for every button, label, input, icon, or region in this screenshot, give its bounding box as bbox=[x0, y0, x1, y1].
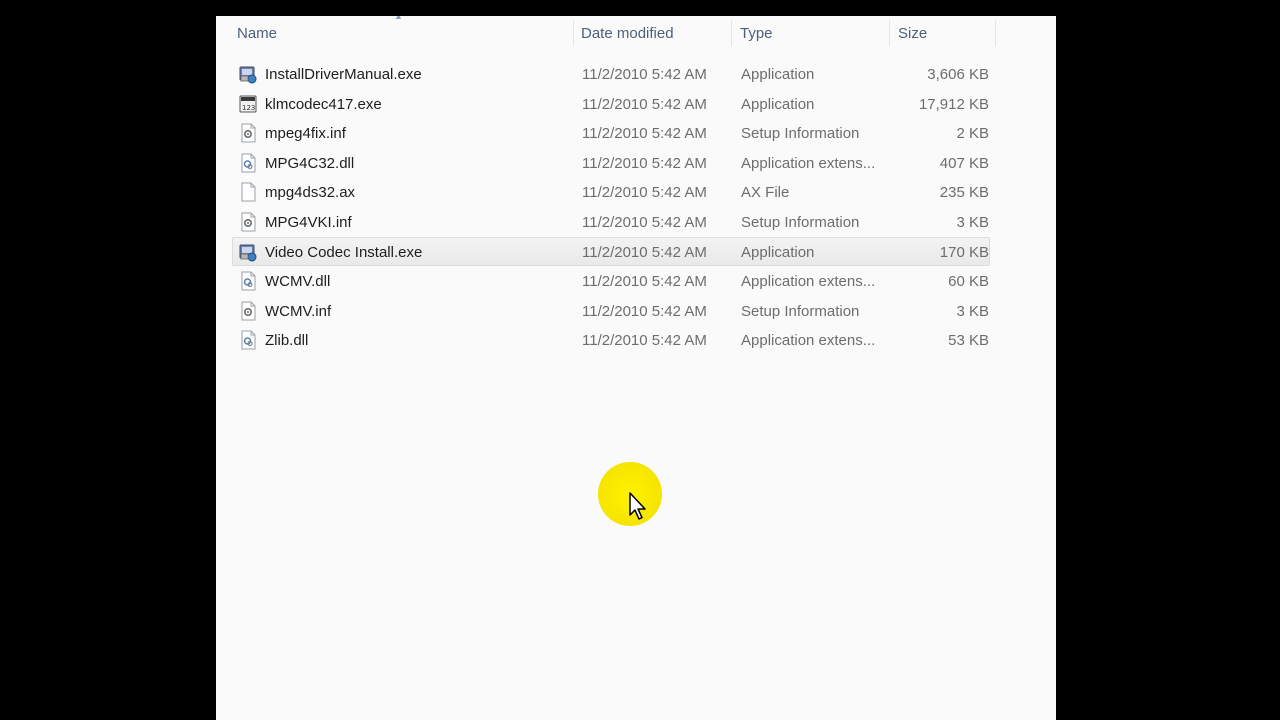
column-header-size[interactable]: Size bbox=[898, 25, 927, 42]
file-name: mpeg4fix.inf bbox=[265, 125, 346, 143]
installer-exe-icon bbox=[239, 64, 257, 84]
setup-inf-icon bbox=[239, 123, 257, 143]
file-name: MPG4C32.dll bbox=[265, 154, 355, 172]
file-size: 17,912 KB bbox=[918, 95, 989, 113]
file-date-modified: 11/2/2010 5:42 AM bbox=[582, 332, 707, 350]
file-size: 407 KB bbox=[939, 154, 989, 172]
file-date-modified: 11/2/2010 5:42 AM bbox=[582, 66, 707, 83]
file-name: Video Codec Install.exe bbox=[265, 243, 423, 261]
file-name: InstallDriverManual.exe bbox=[265, 66, 422, 83]
column-header-type[interactable]: Type bbox=[740, 25, 773, 42]
file-name: Zlib.dll bbox=[265, 332, 309, 350]
file-type: Application bbox=[741, 95, 815, 113]
file-date-modified: 11/2/2010 5:42 AM bbox=[582, 302, 707, 320]
file-type: Application extens... bbox=[741, 154, 876, 172]
file-type: Setup Information bbox=[741, 302, 860, 320]
file-size: 60 KB bbox=[948, 273, 989, 291]
file-row[interactable]: WCMV.inf 11/2/2010 5:42 AM Setup Informati… bbox=[232, 296, 990, 325]
file-row[interactable]: Video Codec Install.exe 11/2/2010 5:42 AM… bbox=[232, 236, 990, 266]
setup-inf-icon bbox=[239, 301, 257, 321]
file-size: 170 KB bbox=[939, 243, 989, 261]
explorer-file-list-window: ▲ Name Date modified Type Size InstallDr… bbox=[216, 16, 1056, 720]
file-size: 235 KB bbox=[939, 184, 989, 202]
file-row[interactable]: Zlib.dll 11/2/2010 5:42 AM Application ext… bbox=[232, 325, 990, 354]
file-name: klmcodec417.exe bbox=[265, 95, 382, 113]
dll-file-icon bbox=[239, 271, 257, 291]
file-size: 3 KB bbox=[956, 302, 989, 320]
blank-file-icon bbox=[239, 182, 257, 202]
file-row[interactable]: WCMV.dll 11/2/2010 5:42 AM Application ext… bbox=[232, 266, 990, 295]
codec-exe-icon: 123 bbox=[239, 94, 257, 114]
file-type: AX File bbox=[741, 184, 790, 202]
file-type: Application extens... bbox=[741, 273, 876, 291]
column-divider[interactable] bbox=[889, 20, 890, 46]
svg-text:123: 123 bbox=[242, 104, 255, 112]
file-date-modified: 11/2/2010 5:42 AM bbox=[582, 95, 707, 113]
dll-file-icon bbox=[239, 153, 257, 173]
file-row[interactable]: MPG4VKI.inf 11/2/2010 5:42 AM Setup Inform… bbox=[232, 207, 990, 236]
file-date-modified: 11/2/2010 5:42 AM bbox=[582, 125, 707, 143]
column-header-bar: ▲ Name Date modified Type Size bbox=[216, 16, 1056, 50]
dll-file-icon bbox=[239, 330, 257, 350]
file-name: mpg4ds32.ax bbox=[265, 184, 356, 202]
file-type: Setup Information bbox=[741, 214, 860, 231]
setup-inf-icon bbox=[239, 212, 257, 232]
file-date-modified: 11/2/2010 5:42 AM bbox=[582, 154, 707, 172]
column-header-name[interactable]: Name bbox=[237, 25, 277, 42]
file-size: 3,606 KB bbox=[927, 66, 989, 83]
file-size: 2 KB bbox=[956, 125, 989, 143]
column-divider[interactable] bbox=[995, 20, 996, 46]
file-name: WCMV.inf bbox=[265, 302, 332, 320]
file-type: Setup Information bbox=[741, 125, 860, 143]
file-row[interactable]: InstallDriverManual.exe 11/2/2010 5:42 AM… bbox=[232, 59, 990, 88]
file-type: Application extens... bbox=[741, 332, 876, 350]
column-divider[interactable] bbox=[573, 20, 574, 46]
file-type: Application bbox=[741, 66, 815, 83]
file-date-modified: 11/2/2010 5:42 AM bbox=[582, 273, 707, 291]
file-date-modified: 11/2/2010 5:42 AM bbox=[582, 184, 707, 202]
file-name: MPG4VKI.inf bbox=[265, 214, 352, 231]
sort-arrow-icon: ▲ bbox=[394, 16, 403, 21]
installer-exe-icon bbox=[239, 242, 257, 262]
file-date-modified: 11/2/2010 5:42 AM bbox=[582, 243, 707, 261]
column-header-date-modified[interactable]: Date modified bbox=[581, 25, 674, 42]
file-row[interactable]: 123 klmcodec417.exe 11/2/2010 5:42 AM Appli… bbox=[232, 89, 990, 118]
column-divider[interactable] bbox=[731, 20, 732, 46]
file-date-modified: 11/2/2010 5:42 AM bbox=[582, 214, 707, 231]
file-row[interactable]: MPG4C32.dll 11/2/2010 5:42 AM Application … bbox=[232, 148, 990, 177]
file-row[interactable]: mpeg4fix.inf 11/2/2010 5:42 AM Setup Infor… bbox=[232, 118, 990, 147]
mouse-pointer-icon bbox=[629, 492, 646, 520]
file-name: WCMV.dll bbox=[265, 273, 331, 291]
file-row[interactable]: mpg4ds32.ax 11/2/2010 5:42 AM AX File 235 K… bbox=[232, 177, 990, 206]
file-size: 3 KB bbox=[956, 214, 989, 231]
file-size: 53 KB bbox=[948, 332, 989, 350]
file-type: Application bbox=[741, 243, 815, 261]
